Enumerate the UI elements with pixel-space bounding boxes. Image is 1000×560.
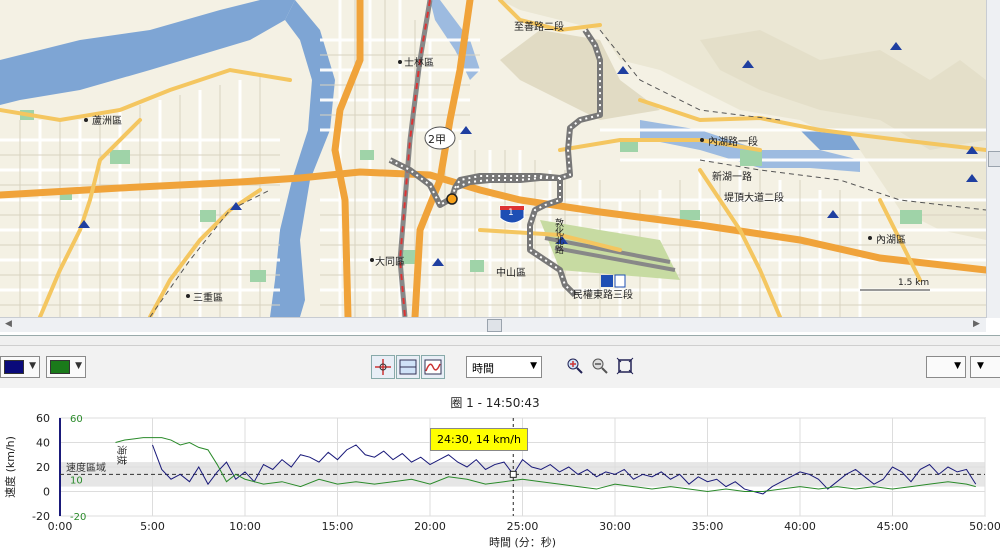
x-tick-label: 45:00 bbox=[877, 520, 909, 533]
route-shield-label: 2甲 bbox=[428, 133, 446, 146]
y-axis-label: 速度 (km/h) bbox=[3, 436, 17, 498]
graph-toolbar: ▼ ▼ 時間 ▼ ▼ ▼ bbox=[0, 345, 1000, 389]
y-tick-label: 0 bbox=[43, 486, 50, 499]
scroll-left-icon[interactable]: ◀ bbox=[5, 319, 12, 329]
map-label-dunhua: 敦化北路 bbox=[553, 218, 563, 254]
y-tick-label: 40 bbox=[36, 437, 50, 450]
map-label-zhishan: 至善路二段 bbox=[514, 22, 564, 33]
map-label-minquan: 民權東路三段 bbox=[573, 290, 633, 301]
curve-button[interactable] bbox=[421, 355, 445, 379]
split-view-button[interactable] bbox=[396, 355, 420, 379]
x-tick-label: 15:00 bbox=[322, 520, 354, 533]
position-marker-icon bbox=[446, 193, 458, 205]
chevron-down-icon: ▼ bbox=[75, 361, 82, 371]
horizontal-scroll-thumb[interactable] bbox=[487, 319, 502, 332]
series2-color-swatch bbox=[50, 360, 70, 374]
map-label-sanchong: 三重區 bbox=[193, 293, 223, 304]
vertical-scroll-thumb[interactable] bbox=[988, 151, 1000, 167]
map-canvas bbox=[0, 0, 986, 317]
map-view[interactable]: 士林區 蘆洲區 內湖路一段 新湖一路 堤頂大道二段 內湖區 大同區 中山區 三重… bbox=[0, 0, 1000, 336]
chevron-down-icon: ▼ bbox=[954, 361, 961, 371]
highway-shield-label: 1 bbox=[508, 208, 514, 218]
chevron-down-icon: ▼ bbox=[29, 361, 36, 371]
y-tick-label: 60 bbox=[36, 412, 50, 425]
map-vertical-scrollbar[interactable] bbox=[986, 0, 1000, 318]
map-label-datong: 大同區 bbox=[375, 257, 405, 268]
y-tick-label: -20 bbox=[32, 510, 50, 523]
x-tick-label: 50:00 bbox=[969, 520, 1000, 533]
y2-tick-label: -20 bbox=[70, 512, 86, 523]
crosshair-icon bbox=[375, 359, 391, 375]
x-axis-label: 時間 (分：秒) bbox=[489, 535, 556, 549]
map-label-neihu-road: 內湖路一段 bbox=[708, 137, 758, 148]
x-tick-label: 25:00 bbox=[507, 520, 539, 533]
zoom-in-button[interactable] bbox=[566, 357, 584, 375]
speed-zone-overlay-label: 速度區域 bbox=[66, 461, 106, 474]
cursor-tooltip: 24:30, 14 km/h bbox=[430, 428, 528, 451]
graph-options-dropdown[interactable]: ▼ bbox=[926, 356, 966, 378]
chevron-down-icon: ▼ bbox=[530, 361, 537, 371]
altitude-overlay-label: 海拔 bbox=[115, 445, 128, 465]
map-label-xinhu-road: 新湖一路 bbox=[712, 172, 752, 183]
chevron-down-icon: ▼ bbox=[977, 361, 984, 371]
chart-canvas: 0:00 5:00 10:00 15:00 20:00 25:00 30:00 35:00 40… bbox=[3, 412, 1000, 549]
map-label-zhongshan: 中山區 bbox=[496, 268, 526, 279]
map-label-neihu: 內湖區 bbox=[876, 235, 906, 246]
scale-label: 1.5 km bbox=[898, 278, 930, 288]
graph-more-dropdown[interactable]: ▼ bbox=[970, 356, 1000, 378]
series1-color-dropdown[interactable]: ▼ bbox=[0, 356, 40, 378]
x-tick-label: 10:00 bbox=[229, 520, 261, 533]
series1-color-swatch bbox=[4, 360, 24, 374]
zoom-out-icon bbox=[592, 358, 608, 374]
cursor-point bbox=[509, 470, 517, 478]
y2-tick-label: 60 bbox=[70, 414, 83, 425]
x-tick-label: 20:00 bbox=[414, 520, 446, 533]
x-tick-label: 35:00 bbox=[692, 520, 724, 533]
elevation-speed-chart[interactable]: 圈 1 - 14:50:43 0:00 5:00 10:00 15:00 20:00 25… bbox=[0, 388, 1000, 560]
y2-tick-label: 10 bbox=[70, 475, 83, 486]
series2-color-dropdown[interactable]: ▼ bbox=[46, 356, 86, 378]
map-horizontal-scrollbar[interactable]: ◀ ▶ bbox=[0, 317, 986, 332]
y-tick-label: 20 bbox=[36, 461, 50, 474]
zoom-out-button[interactable] bbox=[591, 357, 609, 375]
zoom-in-icon bbox=[567, 358, 583, 374]
x-tick-label: 0:00 bbox=[48, 520, 73, 533]
crosshair-button[interactable] bbox=[371, 355, 395, 379]
map-label-jihu: 堤頂大道二段 bbox=[724, 193, 784, 204]
map-label-shilin: 士林區 bbox=[404, 58, 434, 69]
x-tick-label: 40:00 bbox=[784, 520, 816, 533]
map-label-luzhou: 蘆洲區 bbox=[92, 116, 122, 127]
scroll-right-icon[interactable]: ▶ bbox=[973, 319, 980, 329]
x-axis-select[interactable]: 時間 ▼ bbox=[466, 356, 542, 378]
horizontal-split-icon bbox=[399, 359, 417, 375]
curve-icon bbox=[424, 359, 442, 375]
x-tick-label: 30:00 bbox=[599, 520, 631, 533]
zoom-fit-button[interactable] bbox=[616, 357, 634, 375]
x-tick-label: 5:00 bbox=[140, 520, 165, 533]
zoom-fit-icon bbox=[616, 357, 634, 375]
x-axis-select-value: 時間 bbox=[472, 362, 494, 375]
